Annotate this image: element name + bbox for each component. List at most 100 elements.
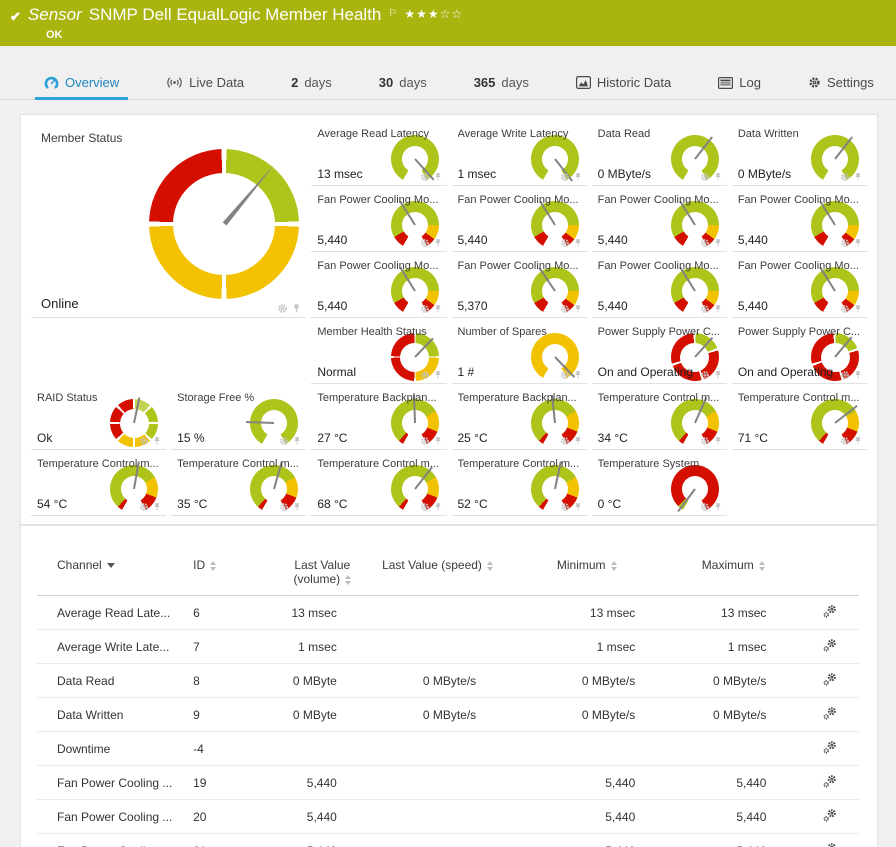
- pin-icon[interactable]: [713, 172, 723, 182]
- column-header-id[interactable]: ID: [173, 556, 278, 596]
- pin-icon[interactable]: [713, 238, 723, 248]
- gear-icon[interactable]: [279, 436, 289, 446]
- tab-historic-data[interactable]: Historic Data: [576, 66, 671, 99]
- pin-icon[interactable]: [433, 502, 443, 512]
- pin-icon[interactable]: [853, 304, 863, 314]
- pin-icon[interactable]: [573, 172, 583, 182]
- pin-icon[interactable]: [433, 238, 443, 248]
- pin-icon[interactable]: [291, 303, 302, 314]
- pin-icon[interactable]: [573, 370, 583, 380]
- gear-icon[interactable]: [420, 172, 430, 182]
- gear-icon[interactable]: [277, 303, 288, 314]
- gear-icon[interactable]: [420, 238, 430, 248]
- tab-settings[interactable]: Settings: [808, 66, 874, 99]
- gear-icon[interactable]: [420, 304, 430, 314]
- channel-settings-icon[interactable]: [822, 705, 838, 721]
- pin-icon[interactable]: [433, 370, 443, 380]
- pin-icon[interactable]: [433, 304, 443, 314]
- gear-icon[interactable]: [560, 304, 570, 314]
- gear-icon[interactable]: [560, 370, 570, 380]
- channel-name: Average Write Late...: [37, 630, 173, 664]
- pin-icon[interactable]: [152, 502, 162, 512]
- tab-number: 2: [291, 75, 298, 90]
- column-label: ID: [193, 558, 205, 572]
- column-header-last-value-volume[interactable]: Last Value (volume): [278, 556, 367, 596]
- gear-icon[interactable]: [700, 436, 710, 446]
- gear-icon[interactable]: [700, 172, 710, 182]
- gear-icon[interactable]: [840, 370, 850, 380]
- gear-icon[interactable]: [840, 238, 850, 248]
- gear-icon[interactable]: [840, 436, 850, 446]
- gauge-value: 34 °C: [598, 431, 628, 445]
- priority-stars[interactable]: ★★★☆☆: [404, 4, 463, 24]
- gear-icon[interactable]: [700, 502, 710, 512]
- gear-icon[interactable]: [279, 502, 289, 512]
- panel-icons: [700, 304, 723, 314]
- gear-icon[interactable]: [700, 370, 710, 380]
- pin-icon[interactable]: [713, 304, 723, 314]
- channel-settings-icon[interactable]: [822, 739, 838, 755]
- gear-icon[interactable]: [139, 502, 149, 512]
- gauge-panel-data-read: Data Read0 MByte/s: [592, 123, 727, 186]
- tab-30-days[interactable]: 30days: [379, 66, 427, 99]
- pin-icon[interactable]: [152, 436, 162, 446]
- tab-2-days[interactable]: 2days: [291, 66, 332, 99]
- column-label: Minimum: [557, 558, 606, 572]
- channel-settings: [801, 596, 859, 630]
- tab-overview[interactable]: Overview: [44, 66, 119, 99]
- column-header-maximum[interactable]: Maximum: [665, 556, 801, 596]
- pin-icon[interactable]: [573, 436, 583, 446]
- gauge-title: Fan Power Cooling Mo...: [458, 260, 585, 272]
- gear-icon[interactable]: [420, 436, 430, 446]
- panel-icons: [420, 304, 443, 314]
- table-row: Fan Power Cooling ...205,4405,4405,440: [37, 800, 859, 834]
- pin-icon[interactable]: [713, 502, 723, 512]
- channel-settings-icon[interactable]: [822, 603, 838, 619]
- pin-icon[interactable]: [853, 172, 863, 182]
- pin-icon[interactable]: [853, 238, 863, 248]
- column-header-last-value-speed[interactable]: Last Value (speed): [367, 556, 508, 596]
- minimum-value: 0 MByte/s: [508, 664, 665, 698]
- pin-icon[interactable]: [433, 172, 443, 182]
- channel-settings-icon[interactable]: [822, 637, 838, 653]
- channel-settings-icon[interactable]: [822, 773, 838, 789]
- pin-icon[interactable]: [292, 502, 302, 512]
- column-header-minimum[interactable]: Minimum: [508, 556, 665, 596]
- gear-icon[interactable]: [420, 370, 430, 380]
- panel-icons: [840, 370, 863, 380]
- channel-name: Downtime: [37, 732, 173, 766]
- gear-icon[interactable]: [840, 172, 850, 182]
- pin-icon[interactable]: [713, 436, 723, 446]
- flag-icon[interactable]: ⚐: [388, 4, 397, 24]
- tab-365-days[interactable]: 365days: [474, 66, 529, 99]
- gear-icon[interactable]: [560, 502, 570, 512]
- gear-icon[interactable]: [420, 502, 430, 512]
- channel-id: 21: [173, 834, 278, 847]
- gear-icon[interactable]: [560, 172, 570, 182]
- pin-icon[interactable]: [573, 304, 583, 314]
- pin-icon[interactable]: [853, 370, 863, 380]
- gear-icon[interactable]: [840, 304, 850, 314]
- maximum-value: [665, 732, 801, 766]
- minimum-value: 1 msec: [508, 630, 665, 664]
- pin-icon[interactable]: [713, 370, 723, 380]
- pin-icon[interactable]: [573, 502, 583, 512]
- gear-icon[interactable]: [560, 436, 570, 446]
- tab-log[interactable]: Log: [718, 66, 761, 99]
- pin-icon[interactable]: [853, 436, 863, 446]
- column-header-channel[interactable]: Channel: [37, 556, 173, 596]
- gear-icon[interactable]: [700, 238, 710, 248]
- gear-icon[interactable]: [139, 436, 149, 446]
- pin-icon[interactable]: [433, 436, 443, 446]
- minimum-value: [508, 732, 665, 766]
- gear-icon[interactable]: [700, 304, 710, 314]
- channel-settings-icon[interactable]: [822, 807, 838, 823]
- channel-settings-icon[interactable]: [822, 841, 838, 847]
- gauge-panel-data-written: Data Written0 MByte/s: [732, 123, 867, 186]
- gear-icon[interactable]: [560, 238, 570, 248]
- pin-icon[interactable]: [573, 238, 583, 248]
- last-value-speed: 0 MByte/s: [367, 698, 508, 732]
- channel-settings-icon[interactable]: [822, 671, 838, 687]
- tab-live-data[interactable]: Live Data: [166, 66, 244, 99]
- pin-icon[interactable]: [292, 436, 302, 446]
